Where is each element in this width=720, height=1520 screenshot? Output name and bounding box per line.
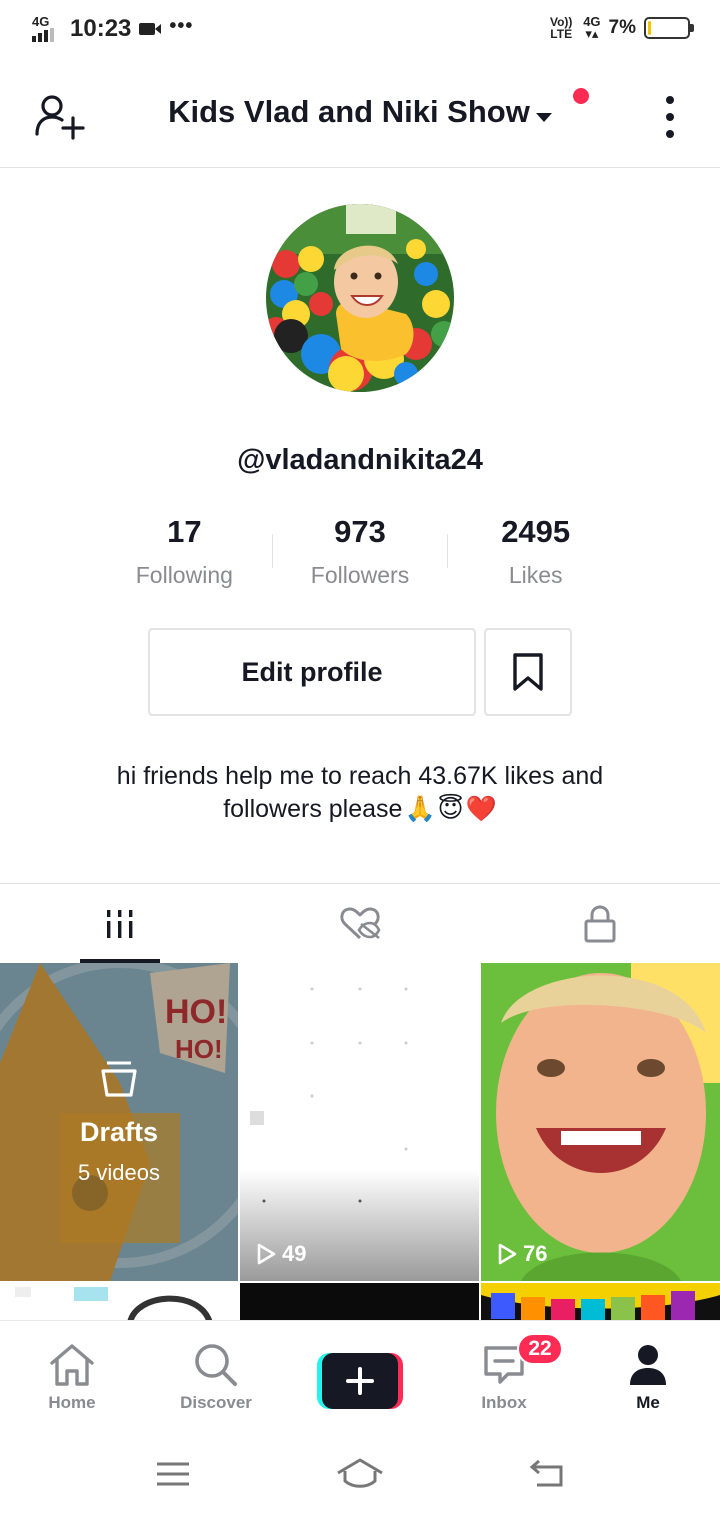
- profile-header: Kids Vlad and Niki Show: [0, 66, 720, 168]
- nav-inbox-label: Inbox: [481, 1393, 527, 1412]
- back-icon: [529, 1459, 563, 1487]
- menu-icon: [157, 1462, 190, 1486]
- bio: hi friends help me to reach 43.67K likes…: [40, 760, 680, 826]
- video-tile[interactable]: 76: [481, 963, 720, 1281]
- home-outline-icon: [337, 1458, 383, 1488]
- search-icon: [195, 1344, 237, 1386]
- account-name: Kids Vlad and Niki Show: [168, 94, 530, 129]
- system-navigation: [0, 1428, 720, 1520]
- avatar[interactable]: [266, 204, 454, 392]
- nav-me-label: Me: [636, 1393, 660, 1412]
- status-bar: 4G 10:23 ••• Vo)) LTE 4G ▾▴ 7%: [0, 0, 720, 66]
- bio-emoji-angel: 😇: [437, 795, 464, 823]
- nav-inbox[interactable]: 22 Inbox: [432, 1321, 576, 1428]
- following-count: 17: [167, 514, 202, 549]
- profile-stats: 17 Following 973 Followers 2495 Likes: [97, 514, 623, 594]
- liked-hidden-icon: [340, 907, 381, 939]
- profile-tabs: [0, 883, 720, 963]
- nav-discover[interactable]: Discover: [144, 1321, 288, 1428]
- system-home-button[interactable]: [330, 1454, 390, 1494]
- status-left: 4G 10:23 •••: [30, 14, 193, 44]
- play-icon: [257, 1243, 276, 1265]
- lock-icon: [584, 904, 616, 942]
- inbox-badge: 22: [517, 1333, 563, 1365]
- more-options-button[interactable]: [660, 96, 680, 138]
- likes-count: 2495: [501, 514, 571, 549]
- network-type: 4G: [32, 14, 50, 29]
- video-tile[interactable]: 49: [240, 963, 479, 1281]
- play-icon: [498, 1243, 517, 1265]
- signal-icon: 4G: [30, 14, 58, 44]
- tab-private[interactable]: [480, 884, 720, 963]
- drafts-count: 5 videos: [78, 1159, 160, 1185]
- nav-create[interactable]: [288, 1321, 432, 1428]
- nav-home-label: Home: [48, 1393, 96, 1412]
- nav-home[interactable]: Home: [0, 1321, 144, 1428]
- back-button[interactable]: [517, 1454, 577, 1494]
- notification-dot: [573, 88, 589, 104]
- home-icon: [50, 1344, 94, 1386]
- clock: 10:23: [70, 15, 132, 42]
- stat-likes[interactable]: 2495 Likes: [448, 514, 623, 594]
- play-count: 49: [256, 1241, 306, 1267]
- followers-count: 973: [334, 514, 386, 549]
- nav-discover-label: Discover: [180, 1393, 252, 1412]
- caret-down-icon: [535, 113, 552, 123]
- play-count: 76: [497, 1241, 547, 1267]
- tab-videos[interactable]: [0, 884, 240, 963]
- username: @vladandnikita24: [237, 444, 483, 476]
- favorites-button[interactable]: [484, 628, 572, 716]
- bio-line-2: followers please: [223, 795, 403, 823]
- play-count-value: 49: [282, 1241, 307, 1266]
- battery-icon: [644, 17, 694, 39]
- following-label: Following: [135, 562, 233, 588]
- create-button[interactable]: [317, 1353, 403, 1409]
- drafts-title: Drafts: [79, 1116, 159, 1147]
- grid-icon: [107, 909, 133, 938]
- plus-icon: [346, 1367, 374, 1395]
- more-notifications-icon: •••: [169, 14, 194, 37]
- video-grid: HO! HO! Drafts 5 videos 49 76: [0, 963, 720, 1321]
- account-switcher[interactable]: Kids Vlad and Niki Show: [0, 94, 720, 130]
- volte-indicator: Vo)) LTE: [549, 15, 573, 41]
- video-tile[interactable]: [240, 1283, 479, 1321]
- tab-liked[interactable]: [240, 884, 480, 963]
- video-tile[interactable]: [481, 1283, 720, 1321]
- recent-apps-button[interactable]: [143, 1454, 203, 1494]
- bio-line-1: hi friends help me to reach 43.67K likes…: [116, 762, 604, 790]
- drafts-tile[interactable]: HO! HO! Drafts 5 videos: [0, 963, 238, 1281]
- drafts-overlay: Drafts 5 videos: [0, 963, 238, 1281]
- video-recording-icon: [139, 23, 162, 35]
- edit-profile-button[interactable]: Edit profile: [148, 628, 476, 716]
- play-count-value: 76: [523, 1241, 548, 1266]
- video-tile[interactable]: [0, 1283, 238, 1321]
- bottom-navigation: Home Discover 22 Inbox Me: [0, 1320, 720, 1428]
- data-indicator: 4G ▾▴: [583, 14, 601, 41]
- nav-me[interactable]: Me: [576, 1321, 720, 1428]
- bio-emoji-pray: 🙏: [404, 795, 436, 823]
- bio-emoji-heart: ❤️: [465, 795, 497, 823]
- bookmark-icon: [513, 653, 543, 691]
- likes-label: Likes: [508, 562, 563, 588]
- stat-following[interactable]: 17 Following: [97, 514, 272, 594]
- profile-icon: [630, 1345, 666, 1385]
- battery-percent: 7%: [608, 17, 636, 38]
- followers-label: Followers: [310, 562, 410, 588]
- status-right: Vo)) LTE 4G ▾▴ 7%: [547, 14, 694, 41]
- drafts-box-icon: [101, 1061, 137, 1097]
- stat-followers[interactable]: 973 Followers: [273, 514, 448, 594]
